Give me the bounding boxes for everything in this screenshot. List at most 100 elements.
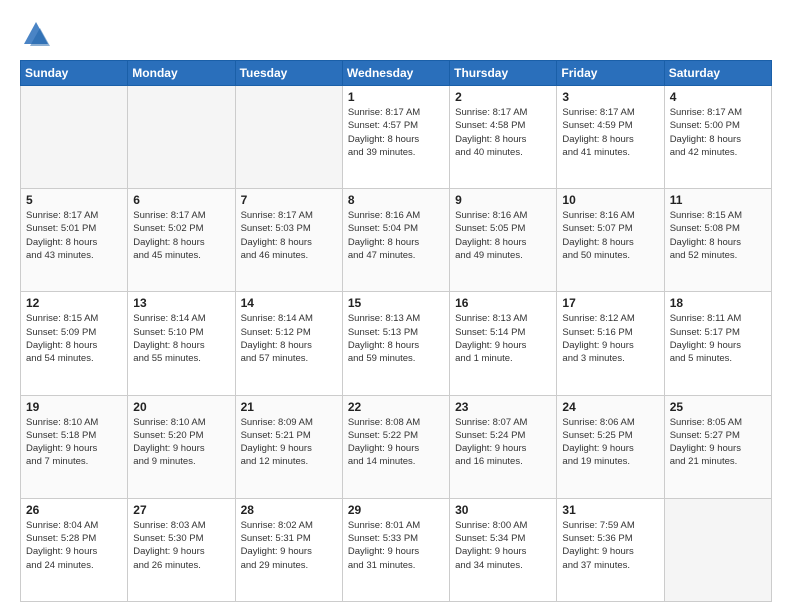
calendar-cell: 28 Sunrise: 8:02 AM Sunset: 5:31 PM Dayli… [235, 498, 342, 601]
calendar-cell: 26Sunrise: 8:04 AM Sunset: 5:28 PM Dayli… [21, 498, 128, 601]
calendar-cell [235, 86, 342, 189]
calendar-cell: 31 Sunrise: 7:59 AM Sunset: 5:36 PM Dayli… [557, 498, 664, 601]
calendar-cell: 8 Sunrise: 8:16 AM Sunset: 5:04 PM Daylig… [342, 189, 449, 292]
calendar-cell: 23 Sunrise: 8:07 AM Sunset: 5:24 PM Dayli… [450, 395, 557, 498]
day-info: Sunrise: 8:10 AM Sunset: 5:20 PM Dayligh… [133, 416, 229, 469]
day-info: Sunrise: 8:13 AM Sunset: 5:14 PM Dayligh… [455, 312, 551, 365]
calendar-cell: 10 Sunrise: 8:16 AM Sunset: 5:07 PM Dayli… [557, 189, 664, 292]
calendar-header-row: SundayMondayTuesdayWednesdayThursdayFrid… [21, 61, 772, 86]
day-number: 20 [133, 400, 229, 414]
day-info: Sunrise: 8:08 AM Sunset: 5:22 PM Dayligh… [348, 416, 444, 469]
calendar-cell: 20 Sunrise: 8:10 AM Sunset: 5:20 PM Dayli… [128, 395, 235, 498]
day-info: Sunrise: 8:17 AM Sunset: 5:00 PM Dayligh… [670, 106, 766, 159]
day-info: Sunrise: 8:05 AM Sunset: 5:27 PM Dayligh… [670, 416, 766, 469]
day-number: 18 [670, 296, 766, 310]
day-number: 11 [670, 193, 766, 207]
day-number: 30 [455, 503, 551, 517]
weekday-header: Saturday [664, 61, 771, 86]
weekday-header: Sunday [21, 61, 128, 86]
day-number: 25 [670, 400, 766, 414]
day-info: Sunrise: 8:11 AM Sunset: 5:17 PM Dayligh… [670, 312, 766, 365]
day-info: Sunrise: 8:15 AM Sunset: 5:08 PM Dayligh… [670, 209, 766, 262]
calendar-table: SundayMondayTuesdayWednesdayThursdayFrid… [20, 60, 772, 602]
day-number: 22 [348, 400, 444, 414]
day-number: 1 [348, 90, 444, 104]
day-info: Sunrise: 8:16 AM Sunset: 5:04 PM Dayligh… [348, 209, 444, 262]
calendar-cell: 30Sunrise: 8:00 AM Sunset: 5:34 PM Dayli… [450, 498, 557, 601]
calendar-week-row: 1 Sunrise: 8:17 AM Sunset: 4:57 PM Daylig… [21, 86, 772, 189]
day-info: Sunrise: 8:09 AM Sunset: 5:21 PM Dayligh… [241, 416, 337, 469]
calendar-cell: 12 Sunrise: 8:15 AM Sunset: 5:09 PM Dayli… [21, 292, 128, 395]
calendar-cell: 22 Sunrise: 8:08 AM Sunset: 5:22 PM Dayli… [342, 395, 449, 498]
day-number: 14 [241, 296, 337, 310]
calendar-cell [128, 86, 235, 189]
calendar-cell: 5Sunrise: 8:17 AM Sunset: 5:01 PM Daylig… [21, 189, 128, 292]
logo-icon [20, 18, 52, 50]
day-number: 21 [241, 400, 337, 414]
day-info: Sunrise: 8:13 AM Sunset: 5:13 PM Dayligh… [348, 312, 444, 365]
calendar-cell: 21 Sunrise: 8:09 AM Sunset: 5:21 PM Dayli… [235, 395, 342, 498]
calendar-cell [21, 86, 128, 189]
day-info: Sunrise: 8:16 AM Sunset: 5:07 PM Dayligh… [562, 209, 658, 262]
day-number: 5 [26, 193, 122, 207]
day-info: Sunrise: 8:10 AM Sunset: 5:18 PM Dayligh… [26, 416, 122, 469]
page: SundayMondayTuesdayWednesdayThursdayFrid… [0, 0, 792, 612]
day-number: 28 [241, 503, 337, 517]
header [20, 18, 772, 50]
calendar-cell: 25 Sunrise: 8:05 AM Sunset: 5:27 PM Dayli… [664, 395, 771, 498]
calendar-week-row: 19 Sunrise: 8:10 AM Sunset: 5:18 PM Dayli… [21, 395, 772, 498]
day-info: Sunrise: 8:03 AM Sunset: 5:30 PM Dayligh… [133, 519, 229, 572]
day-number: 4 [670, 90, 766, 104]
day-number: 8 [348, 193, 444, 207]
day-info: Sunrise: 8:14 AM Sunset: 5:12 PM Dayligh… [241, 312, 337, 365]
day-number: 19 [26, 400, 122, 414]
calendar-cell: 16Sunrise: 8:13 AM Sunset: 5:14 PM Dayli… [450, 292, 557, 395]
day-info: Sunrise: 8:12 AM Sunset: 5:16 PM Dayligh… [562, 312, 658, 365]
day-info: Sunrise: 8:17 AM Sunset: 4:58 PM Dayligh… [455, 106, 551, 159]
day-number: 2 [455, 90, 551, 104]
calendar-cell: 15 Sunrise: 8:13 AM Sunset: 5:13 PM Dayli… [342, 292, 449, 395]
calendar-cell: 14 Sunrise: 8:14 AM Sunset: 5:12 PM Dayli… [235, 292, 342, 395]
calendar-week-row: 5Sunrise: 8:17 AM Sunset: 5:01 PM Daylig… [21, 189, 772, 292]
day-info: Sunrise: 8:14 AM Sunset: 5:10 PM Dayligh… [133, 312, 229, 365]
day-info: Sunrise: 8:01 AM Sunset: 5:33 PM Dayligh… [348, 519, 444, 572]
day-info: Sunrise: 8:17 AM Sunset: 5:03 PM Dayligh… [241, 209, 337, 262]
day-number: 17 [562, 296, 658, 310]
day-info: Sunrise: 8:15 AM Sunset: 5:09 PM Dayligh… [26, 312, 122, 365]
weekday-header: Wednesday [342, 61, 449, 86]
day-number: 15 [348, 296, 444, 310]
day-number: 13 [133, 296, 229, 310]
day-number: 23 [455, 400, 551, 414]
day-number: 7 [241, 193, 337, 207]
day-info: Sunrise: 8:17 AM Sunset: 5:02 PM Dayligh… [133, 209, 229, 262]
calendar-cell: 4 Sunrise: 8:17 AM Sunset: 5:00 PM Daylig… [664, 86, 771, 189]
weekday-header: Tuesday [235, 61, 342, 86]
calendar-cell: 9Sunrise: 8:16 AM Sunset: 5:05 PM Daylig… [450, 189, 557, 292]
weekday-header: Monday [128, 61, 235, 86]
day-number: 12 [26, 296, 122, 310]
day-info: Sunrise: 7:59 AM Sunset: 5:36 PM Dayligh… [562, 519, 658, 572]
calendar-cell: 29 Sunrise: 8:01 AM Sunset: 5:33 PM Dayli… [342, 498, 449, 601]
calendar-cell: 13 Sunrise: 8:14 AM Sunset: 5:10 PM Dayli… [128, 292, 235, 395]
day-number: 9 [455, 193, 551, 207]
day-number: 10 [562, 193, 658, 207]
day-info: Sunrise: 8:17 AM Sunset: 4:57 PM Dayligh… [348, 106, 444, 159]
day-number: 3 [562, 90, 658, 104]
calendar-cell: 18 Sunrise: 8:11 AM Sunset: 5:17 PM Dayli… [664, 292, 771, 395]
logo [20, 18, 56, 50]
calendar-cell [664, 498, 771, 601]
calendar-week-row: 26Sunrise: 8:04 AM Sunset: 5:28 PM Dayli… [21, 498, 772, 601]
calendar-cell: 17 Sunrise: 8:12 AM Sunset: 5:16 PM Dayli… [557, 292, 664, 395]
calendar-cell: 3Sunrise: 8:17 AM Sunset: 4:59 PM Daylig… [557, 86, 664, 189]
weekday-header: Thursday [450, 61, 557, 86]
calendar-week-row: 12 Sunrise: 8:15 AM Sunset: 5:09 PM Dayli… [21, 292, 772, 395]
calendar-cell: 1 Sunrise: 8:17 AM Sunset: 4:57 PM Daylig… [342, 86, 449, 189]
day-number: 31 [562, 503, 658, 517]
day-info: Sunrise: 8:07 AM Sunset: 5:24 PM Dayligh… [455, 416, 551, 469]
day-info: Sunrise: 8:06 AM Sunset: 5:25 PM Dayligh… [562, 416, 658, 469]
day-info: Sunrise: 8:02 AM Sunset: 5:31 PM Dayligh… [241, 519, 337, 572]
day-number: 29 [348, 503, 444, 517]
day-number: 26 [26, 503, 122, 517]
calendar-cell: 19 Sunrise: 8:10 AM Sunset: 5:18 PM Dayli… [21, 395, 128, 498]
day-number: 24 [562, 400, 658, 414]
